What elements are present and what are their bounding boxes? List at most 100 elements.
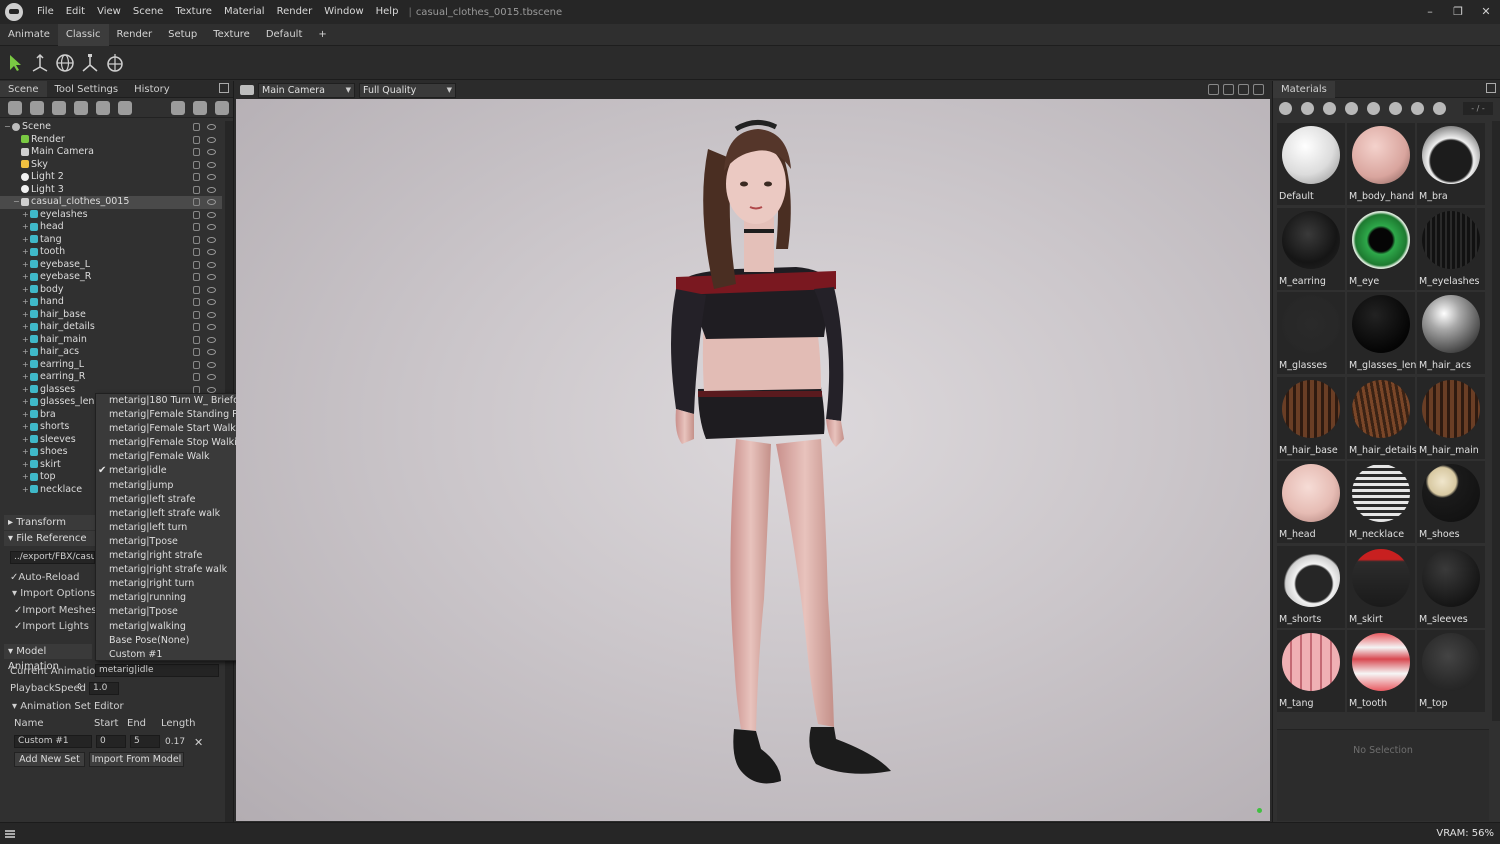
materials-scrollbar[interactable] [1492, 121, 1500, 721]
animation-option[interactable]: metarig|walking [96, 620, 241, 634]
material-swatch[interactable]: M_body_hand [1347, 123, 1415, 205]
lock-icon[interactable] [193, 335, 200, 344]
material-swatch[interactable]: M_skirt [1347, 545, 1415, 628]
tab-setup[interactable]: Setup [160, 24, 205, 46]
lock-icon[interactable] [193, 210, 200, 219]
material-swatch[interactable]: M_glasses [1277, 292, 1345, 374]
tree-item[interactable]: + hair_base [0, 309, 222, 322]
expand-toggle-icon[interactable]: + [22, 434, 30, 447]
camera-icon[interactable] [240, 85, 254, 95]
tree-item[interactable]: Sky [0, 159, 222, 172]
menu-help[interactable]: Help [370, 0, 405, 24]
expand-toggle-icon[interactable]: + [22, 321, 30, 334]
expand-toggle-icon[interactable]: + [22, 221, 30, 234]
tab-classic[interactable]: Classic [57, 23, 109, 46]
tree-item[interactable]: + tang [0, 234, 222, 247]
eye-icon[interactable] [207, 336, 216, 343]
add-shape-icon[interactable] [96, 100, 110, 115]
eye-icon[interactable] [207, 386, 216, 393]
material-count-field[interactable]: - / - [1463, 101, 1493, 115]
material-swatch[interactable]: M_head [1277, 461, 1345, 543]
material-swatch[interactable]: M_eyelashes [1417, 207, 1485, 290]
expand-toggle-icon[interactable]: + [22, 346, 30, 359]
animation-option[interactable]: metarig|Tpose [96, 605, 241, 619]
universal-tool-icon[interactable] [104, 52, 126, 74]
add-sky-icon[interactable] [74, 100, 88, 115]
eye-icon[interactable] [207, 186, 216, 193]
trash-icon[interactable] [1367, 101, 1380, 115]
tree-item[interactable]: + head [0, 221, 222, 234]
lock-icon[interactable] [193, 298, 200, 306]
lock-icon[interactable] [193, 185, 200, 194]
animation-option[interactable]: metarig|Female Stop Walking [96, 436, 249, 450]
lock-icon[interactable] [193, 323, 200, 331]
lock-icon[interactable] [193, 160, 200, 169]
eye-icon[interactable] [207, 324, 216, 330]
add-new-set-button[interactable]: Add New Set [14, 752, 85, 767]
animation-option[interactable]: metarig|Female Standing Pose [96, 408, 254, 422]
check-icon[interactable] [1411, 101, 1424, 115]
add-tab-button[interactable]: + [310, 24, 334, 46]
delete-set-icon[interactable]: ✕ [194, 736, 203, 749]
anim-set-start-field[interactable]: 0 [96, 735, 126, 748]
eye-icon[interactable] [207, 199, 216, 205]
material-swatch[interactable]: Default [1277, 123, 1345, 205]
expand-toggle-icon[interactable]: + [22, 271, 30, 284]
add-camera-icon[interactable] [52, 100, 66, 115]
viewport-frame-icon[interactable] [1238, 84, 1249, 95]
animation-option[interactable]: metarig|right turn [96, 577, 241, 591]
tree-item[interactable]: − Scene [0, 121, 222, 134]
lock-icon[interactable] [193, 273, 200, 281]
eye-icon[interactable] [207, 274, 216, 280]
refresh-icon[interactable] [1433, 101, 1446, 115]
expand-toggle-icon[interactable]: − [13, 196, 21, 209]
tree-item[interactable]: + eyelashes [0, 209, 222, 222]
animation-option[interactable]: metarig|Female Start Walking [96, 422, 250, 436]
lock-icon[interactable] [193, 198, 200, 206]
animation-option[interactable]: metarig|180 Turn W_ Briefcase [96, 394, 255, 408]
add-object-icon[interactable] [8, 100, 22, 115]
lock-icon[interactable] [193, 360, 200, 369]
animation-option[interactable]: metarig|left strafe walk [96, 507, 241, 521]
menu-texture[interactable]: Texture [169, 0, 218, 24]
expand-toggle-icon[interactable]: + [22, 384, 30, 397]
lock-icon[interactable] [193, 123, 200, 131]
material-swatch[interactable]: M_hair_main [1417, 376, 1485, 459]
material-swatch[interactable]: M_glasses_lens [1347, 292, 1421, 374]
lock-icon[interactable] [193, 248, 200, 256]
close-button[interactable]: ✕ [1472, 0, 1500, 24]
tab-materials[interactable]: Materials [1273, 81, 1335, 98]
menu-file[interactable]: File [31, 0, 60, 24]
lock-icon[interactable] [193, 235, 200, 244]
expand-toggle-icon[interactable]: + [22, 334, 30, 347]
import-meshes-checkbox[interactable]: ✓Import Meshes [14, 605, 96, 616]
expand-toggle-icon[interactable]: + [22, 371, 30, 384]
anim-set-editor-toggle[interactable]: ▾ Animation Set Editor [12, 701, 124, 712]
popout-icon[interactable] [219, 83, 229, 93]
lock-icon[interactable] [193, 373, 200, 381]
animation-option[interactable]: metarig|left turn [96, 521, 241, 535]
anim-set-end-field[interactable]: 5 [130, 735, 160, 748]
tree-item[interactable]: Light 2 [0, 171, 222, 184]
3d-viewport[interactable] [236, 99, 1270, 821]
tab-tool-settings[interactable]: Tool Settings [47, 81, 127, 97]
tree-item[interactable]: + eyebase_R [0, 271, 222, 284]
tree-item[interactable]: + earring_R [0, 371, 222, 384]
material-swatch[interactable]: M_sleeves [1417, 545, 1485, 628]
lock-icon[interactable] [193, 173, 200, 181]
animation-option[interactable]: metarig|Tpose [96, 535, 241, 549]
current-animation-field[interactable]: metarig|idle [95, 664, 219, 677]
animation-option[interactable]: metarig|jump [96, 479, 241, 493]
expand-toggle-icon[interactable]: + [22, 446, 30, 459]
move-tool-icon[interactable] [29, 52, 51, 74]
tree-item[interactable]: − casual_clothes_0015 [0, 196, 222, 209]
merge-material-icon[interactable] [1323, 101, 1336, 115]
select-arrow-icon[interactable] [4, 52, 26, 74]
import-options-toggle[interactable]: ▾ Import Options [12, 588, 95, 599]
menu-render[interactable]: Render [271, 0, 319, 24]
expand-toggle-icon[interactable]: + [22, 396, 30, 409]
eye-icon[interactable] [207, 286, 216, 293]
tree-item[interactable]: Render [0, 134, 222, 147]
expand-toggle-icon[interactable]: + [22, 296, 30, 309]
tree-item[interactable]: Light 3 [0, 184, 222, 197]
